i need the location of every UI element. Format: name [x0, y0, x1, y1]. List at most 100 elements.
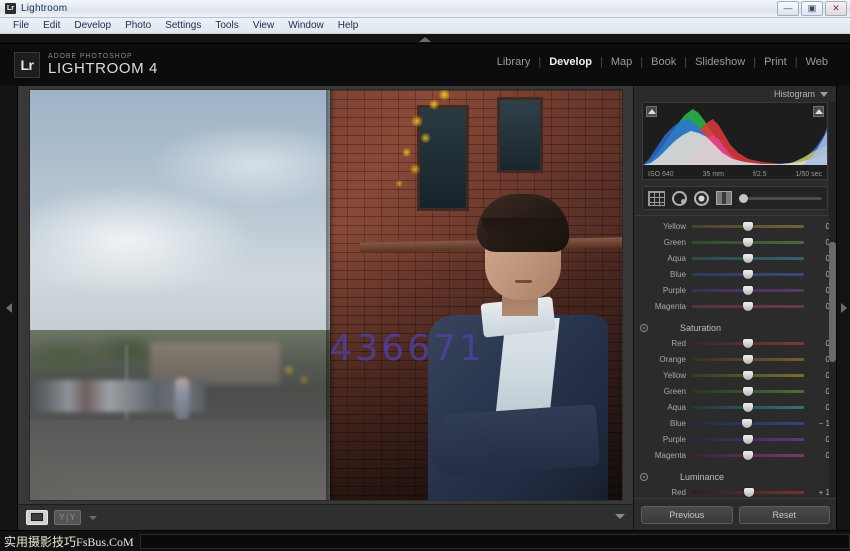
hsl-slider-row[interactable]: Blue− 1: [634, 415, 836, 431]
module-develop[interactable]: Develop: [541, 56, 600, 68]
targeted-adjustment-icon[interactable]: [640, 324, 648, 332]
hsl-slider-row[interactable]: Magenta0: [634, 447, 836, 463]
hsl-slider-control[interactable]: [692, 415, 804, 431]
adjustment-brush-slider[interactable]: [739, 194, 822, 203]
menu-develop[interactable]: Develop: [67, 18, 118, 33]
hsl-slider-row[interactable]: Purple0: [634, 282, 836, 298]
hsl-slider-row[interactable]: Purple0: [634, 431, 836, 447]
hsl-slider-control[interactable]: [692, 431, 804, 447]
hsl-slider-row[interactable]: Blue0: [634, 266, 836, 282]
before-after-button[interactable]: Y|Y: [54, 510, 81, 525]
identity-plate[interactable]: Lr ADOBE PHOTOSHOP LIGHTROOM 4: [0, 52, 158, 78]
menu-settings[interactable]: Settings: [158, 18, 208, 33]
toolbar-chevron-down-icon[interactable]: [89, 516, 97, 520]
statusbar-field: [140, 534, 850, 549]
top-panel-collapse[interactable]: [0, 34, 850, 44]
hsl-slider-control[interactable]: [692, 266, 804, 282]
reset-button[interactable]: Reset: [739, 506, 831, 524]
chevron-down-icon[interactable]: [820, 92, 828, 97]
hsl-slider-knob[interactable]: [743, 286, 753, 295]
hsl-slider-row[interactable]: Yellow0: [634, 218, 836, 234]
hsl-slider-row[interactable]: Yellow0: [634, 367, 836, 383]
hsl-slider-knob[interactable]: [743, 254, 753, 263]
histogram[interactable]: ISO 640 35 mm f/2.5 1/50 sec: [642, 102, 828, 180]
scrollbar-thumb[interactable]: [829, 242, 836, 362]
menu-tools[interactable]: Tools: [208, 18, 245, 33]
photo-image[interactable]: 436671 poco 摄影专题 http://photo.poco.cn/: [30, 90, 622, 500]
hsl-slider-value: 0: [804, 403, 830, 412]
module-map[interactable]: Map: [603, 56, 640, 68]
graduated-filter-icon[interactable]: [716, 191, 732, 205]
menu-view[interactable]: View: [246, 18, 282, 33]
hsl-slider-control[interactable]: [692, 335, 804, 351]
red-eye-correction-icon[interactable]: [694, 191, 709, 206]
hsl-slider-knob[interactable]: [743, 451, 753, 460]
hsl-slider-control[interactable]: [692, 351, 804, 367]
menu-help[interactable]: Help: [331, 18, 366, 33]
hsl-slider-control[interactable]: [692, 298, 804, 314]
brush-slider-track[interactable]: [748, 197, 822, 200]
hsl-slider-control[interactable]: [692, 250, 804, 266]
menu-file[interactable]: File: [6, 18, 36, 33]
hsl-slider-knob[interactable]: [743, 355, 753, 364]
hsl-slider-row[interactable]: Green0: [634, 234, 836, 250]
hsl-slider-knob[interactable]: [743, 403, 753, 412]
hsl-slider-row[interactable]: Aqua0: [634, 250, 836, 266]
identity-text: ADOBE PHOTOSHOP LIGHTROOM 4: [48, 53, 158, 76]
hsl-group-hue: Yellow0Green0Aqua0Blue0Purple0Magenta0: [634, 216, 836, 318]
hsl-slider-row[interactable]: Red0: [634, 335, 836, 351]
hsl-slider-control[interactable]: [692, 447, 804, 463]
menu-edit[interactable]: Edit: [36, 18, 67, 33]
statusbar: 实用摄影技巧FsBus.CoM: [0, 530, 850, 551]
hsl-group-saturation: SaturationRed0Orange0Yellow0Green0Aqua0B…: [634, 318, 836, 467]
hsl-slider-row[interactable]: Green0: [634, 383, 836, 399]
hsl-slider-control[interactable]: [692, 218, 804, 234]
crop-overlay-icon[interactable]: [648, 191, 665, 206]
module-picker: Library|Develop|Map|Book|Slideshow|Print…: [489, 56, 836, 68]
module-library[interactable]: Library: [489, 56, 539, 68]
hsl-slider-control[interactable]: [692, 234, 804, 250]
brush-slider-knob[interactable]: [739, 194, 748, 203]
hsl-slider-knob[interactable]: [743, 387, 753, 396]
hsl-slider-knob[interactable]: [743, 339, 753, 348]
menu-window[interactable]: Window: [281, 18, 331, 33]
hsl-slider-value: 0: [804, 339, 830, 348]
hsl-slider-knob[interactable]: [743, 302, 753, 311]
toolbar-options-chevron-icon[interactable]: [615, 514, 625, 519]
main-area: 436671 poco 摄影专题 http://photo.poco.cn/ Y…: [0, 86, 850, 530]
hsl-slider-row[interactable]: Aqua0: [634, 399, 836, 415]
minimize-button[interactable]: —: [777, 1, 799, 16]
hsl-slider-row[interactable]: Magenta0: [634, 298, 836, 314]
hsl-slider-label: Purple: [634, 435, 692, 444]
module-book[interactable]: Book: [643, 56, 684, 68]
hsl-slider-control[interactable]: [692, 282, 804, 298]
hsl-slider-label: Green: [634, 238, 692, 247]
hsl-slider-knob[interactable]: [743, 435, 753, 444]
close-button[interactable]: ✕: [825, 1, 847, 16]
hsl-slider-knob[interactable]: [743, 222, 753, 231]
hsl-slider-knob[interactable]: [743, 270, 753, 279]
previous-button[interactable]: Previous: [641, 506, 733, 524]
hsl-slider-knob[interactable]: [743, 371, 753, 380]
targeted-adjustment-icon[interactable]: [640, 473, 648, 481]
loupe-view-button[interactable]: [26, 510, 48, 525]
spot-removal-icon[interactable]: [672, 191, 687, 206]
hsl-slider-control[interactable]: [692, 367, 804, 383]
hsl-slider-row[interactable]: Orange0: [634, 351, 836, 367]
hsl-slider-control[interactable]: [692, 383, 804, 399]
left-panel-collapse[interactable]: [0, 86, 18, 530]
menu-photo[interactable]: Photo: [118, 18, 158, 33]
module-slideshow[interactable]: Slideshow: [687, 56, 753, 68]
hsl-slider-knob[interactable]: [744, 488, 754, 497]
hsl-slider-knob[interactable]: [743, 238, 753, 247]
photo-stage[interactable]: 436671 poco 摄影专题 http://photo.poco.cn/: [18, 86, 633, 504]
module-web[interactable]: Web: [798, 56, 836, 68]
histogram-panel-header[interactable]: Histogram: [634, 86, 836, 102]
module-print[interactable]: Print: [756, 56, 795, 68]
hsl-slider-control[interactable]: [692, 399, 804, 415]
hsl-slider-knob[interactable]: [742, 419, 752, 428]
hsl-slider-label: Aqua: [634, 254, 692, 263]
right-panel-collapse[interactable]: [836, 86, 850, 530]
maximize-button[interactable]: ▣: [801, 1, 823, 16]
right-panel-scrollbar[interactable]: [829, 102, 836, 502]
